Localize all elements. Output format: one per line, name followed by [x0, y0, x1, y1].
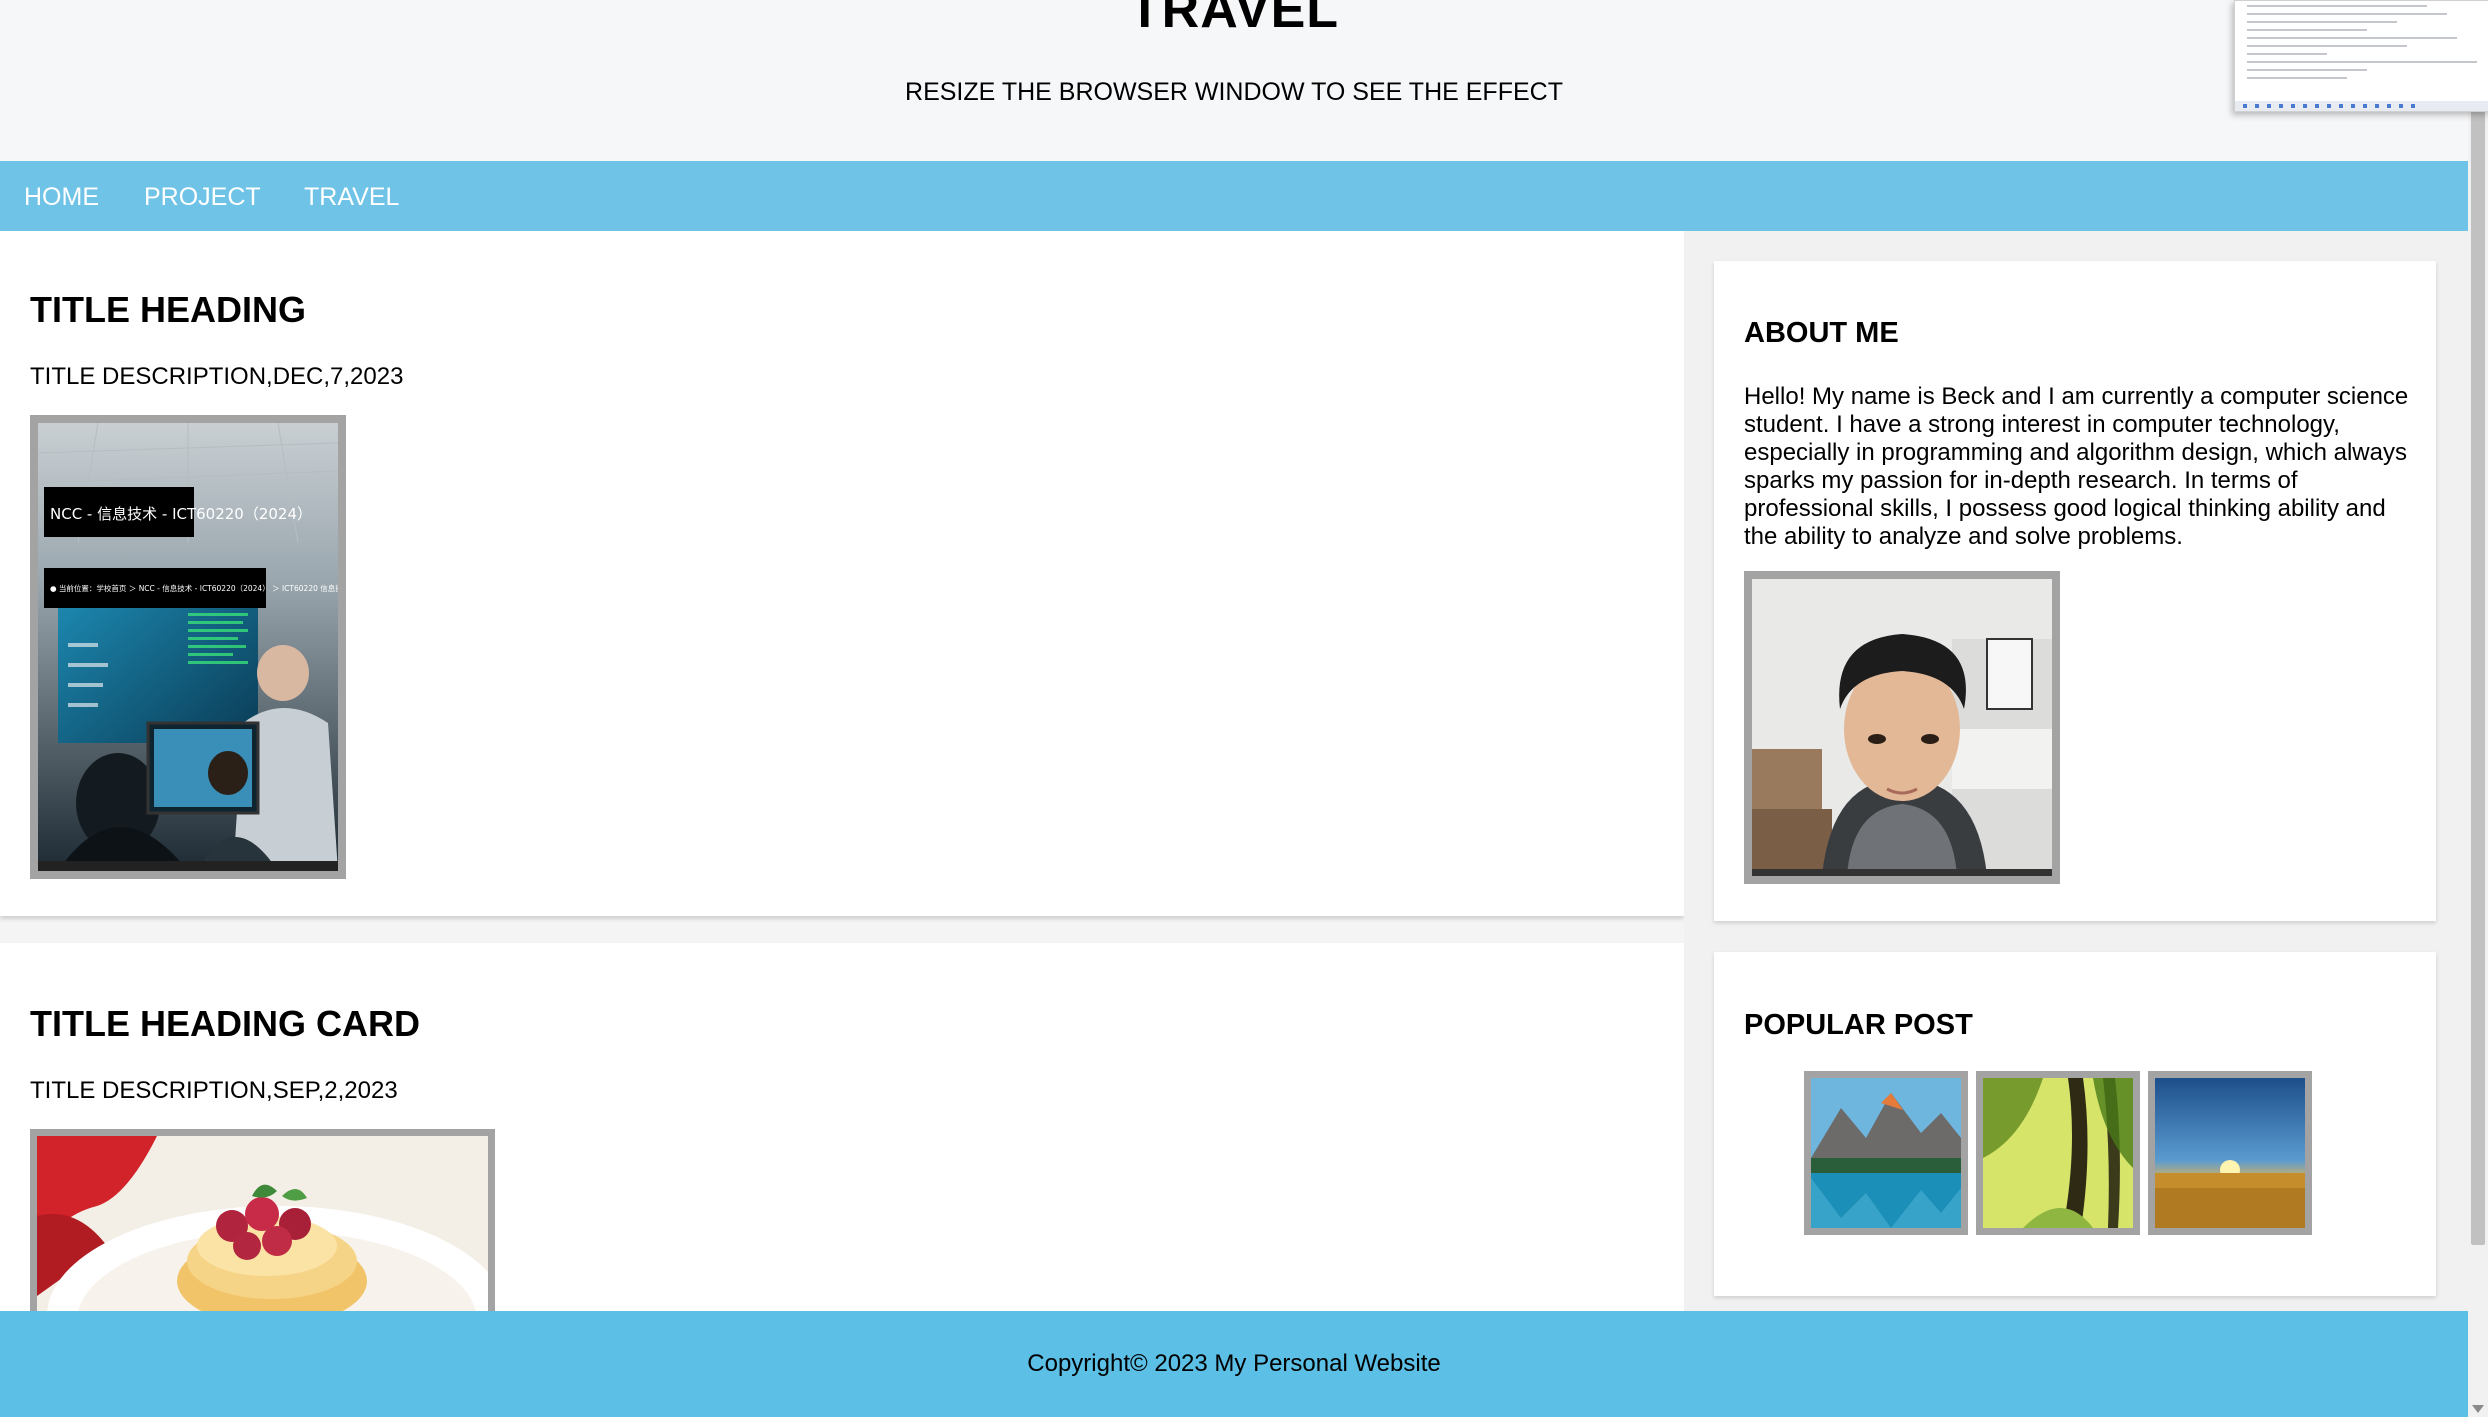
popular-post-heading: POPULAR POST — [1744, 1009, 1973, 1041]
scroll-down-arrow-icon[interactable] — [2472, 1405, 2484, 1413]
scrollbar-thumb[interactable] — [2471, 110, 2485, 1245]
popular-post-thumbnail[interactable] — [2148, 1071, 2312, 1235]
about-me-card: ABOUT ME Hello! My name is Beck and I am… — [1714, 261, 2436, 921]
post-image-ncc-screenshot: NCC - 信息技术 - ICT60220（2024） ● 当前位置：学校首页 … — [37, 422, 381, 871]
about-me-heading: ABOUT ME — [1744, 317, 1899, 349]
page-scrollbar[interactable] — [2468, 0, 2488, 1417]
nav-project-link[interactable]: PROJECT — [144, 183, 261, 212]
floating-window-preview[interactable] — [2234, 0, 2488, 112]
popular-post-thumbnail[interactable] — [1804, 1071, 1968, 1235]
post-card: TITLE HEADING CARD TITLE DESCRIPTION,SEP… — [0, 943, 1684, 1417]
profile-photo — [1752, 579, 2052, 876]
footer-copyright: Copyright© 2023 My Personal Website — [1027, 1350, 1441, 1377]
nav-home-link[interactable]: HOME — [24, 183, 99, 212]
site-header: TRAVEL RESIZE THE BROWSER WINDOW TO SEE … — [0, 0, 2468, 161]
profile-photo-frame — [1744, 571, 2060, 884]
page: TRAVEL RESIZE THE BROWSER WINDOW TO SEE … — [0, 0, 2488, 1417]
site-footer: Copyright© 2023 My Personal Website — [0, 1311, 2468, 1417]
post-description: TITLE DESCRIPTION,SEP,2,2023 — [30, 1077, 398, 1104]
site-subtitle: RESIZE THE BROWSER WINDOW TO SEE THE EFF… — [905, 78, 1563, 106]
popular-post-card: POPULAR POST — [1714, 952, 2436, 1296]
mountain-lake-image — [1811, 1078, 1961, 1228]
sunset-field-image — [2155, 1078, 2305, 1228]
post-card: TITLE HEADING TITLE DESCRIPTION,DEC,7,20… — [0, 231, 1684, 916]
post-title: TITLE HEADING CARD — [30, 1003, 420, 1044]
forest-path-image — [1983, 1078, 2133, 1228]
post-image-frame: NCC - 信息技术 - ICT60220（2024） ● 当前位置：学校首页 … — [30, 415, 381, 879]
top-nav: HOME PROJECT TRAVEL — [0, 161, 2468, 231]
about-me-text: Hello! My name is Beck and I am currentl… — [1744, 383, 2409, 550]
post-title: TITLE HEADING — [30, 289, 306, 330]
site-title: TRAVEL — [1128, 0, 1340, 39]
right-column: ABOUT ME Hello! My name is Beck and I am… — [1684, 231, 2468, 1311]
window-preview-content — [2235, 5, 2488, 111]
left-column: TITLE HEADING TITLE DESCRIPTION,DEC,7,20… — [0, 231, 1684, 1417]
nav-travel-link[interactable]: TRAVEL — [304, 183, 399, 212]
popular-post-thumbnail[interactable] — [1976, 1071, 2140, 1235]
post-description: TITLE DESCRIPTION,DEC,7,2023 — [30, 363, 404, 390]
image-caption-2: ● 当前位置：学校首页 ＞ NCC - 信息技术 - ICT60220（2024… — [50, 583, 338, 593]
image-caption-1: NCC - 信息技术 - ICT60220（2024） — [50, 505, 312, 523]
